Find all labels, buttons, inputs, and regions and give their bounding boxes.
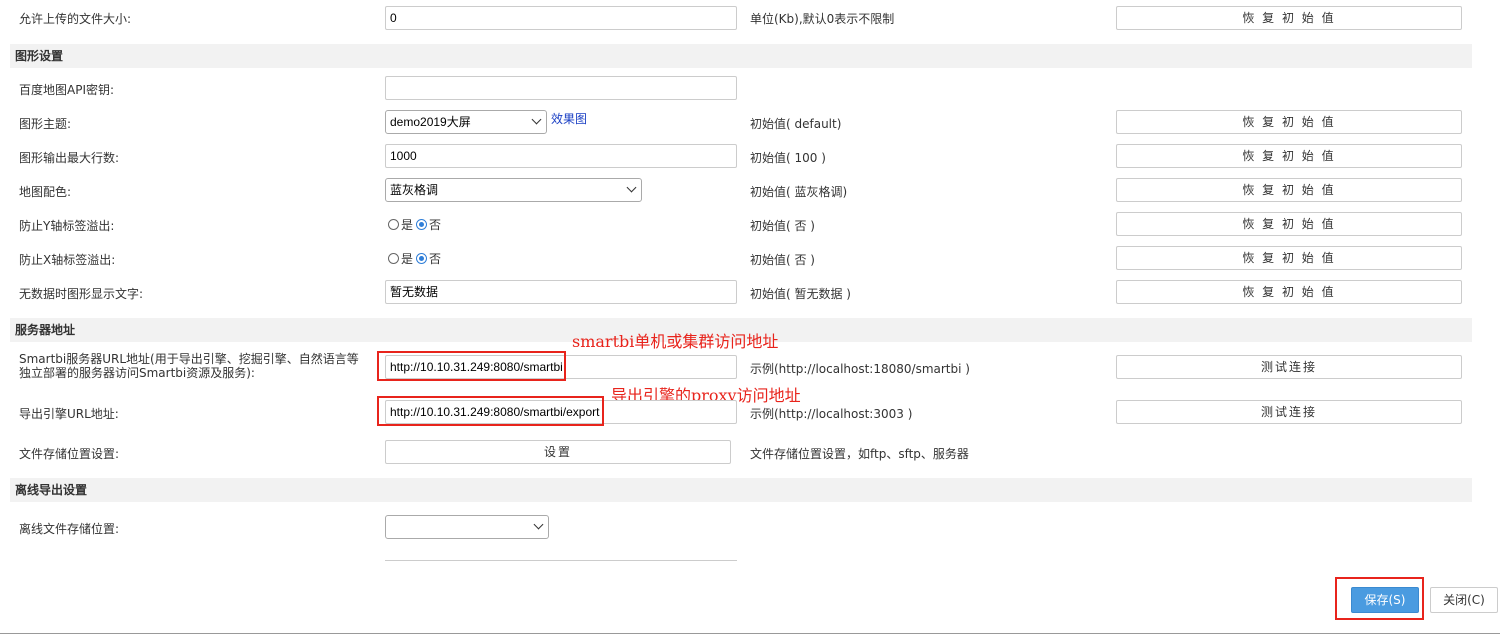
x-overflow-yes-label: 是	[401, 251, 414, 266]
save-button[interactable]: 保存(S)	[1351, 587, 1419, 613]
max-rows-reset-button[interactable]: 恢 复 初 始 值	[1116, 144, 1462, 168]
max-rows-hint: 初始值( 100 )	[750, 151, 826, 165]
x-overflow-no-radio[interactable]	[416, 252, 428, 264]
map-color-select[interactable]: 蓝灰格调	[385, 178, 642, 202]
y-overflow-yes-label: 是	[401, 217, 414, 232]
baidu-key-label: 百度地图API密钥:	[19, 83, 115, 97]
bottom-border	[0, 633, 1500, 634]
offline-storage-select[interactable]	[385, 515, 549, 539]
export-url-hint: 示例(http://localhost:3003 )	[750, 407, 913, 421]
close-button[interactable]: 关闭(C)	[1430, 587, 1498, 613]
effect-image-link[interactable]: 效果图	[551, 110, 587, 127]
export-url-test-button[interactable]: 测试连接	[1116, 400, 1462, 424]
map-color-label: 地图配色:	[19, 185, 72, 199]
y-overflow-radio-group: 是 否	[388, 216, 444, 232]
map-color-reset-button[interactable]: 恢 复 初 始 值	[1116, 178, 1462, 202]
y-overflow-reset-button[interactable]: 恢 复 初 始 值	[1116, 212, 1462, 236]
upload-size-hint: 单位(Kb),默认0表示不限制	[750, 12, 895, 26]
offline-storage-label: 离线文件存储位置:	[19, 522, 120, 536]
map-color-value: 蓝灰格调	[390, 183, 439, 197]
no-data-text-input[interactable]: 暂无数据	[385, 280, 737, 304]
server-url-label: Smartbi服务器URL地址(用于导出引擎、挖掘引擎、自然语言等独立部署的服务…	[19, 352, 359, 380]
x-overflow-no-label: 否	[429, 251, 442, 266]
y-overflow-label: 防止Y轴标签溢出:	[19, 219, 115, 233]
section-offline-export: 离线导出设置	[10, 478, 1472, 502]
chevron-down-icon	[626, 182, 637, 193]
y-overflow-no-label: 否	[429, 217, 442, 232]
chart-theme-label: 图形主题:	[19, 117, 72, 131]
no-data-text-hint: 初始值( 暂无数据 )	[750, 287, 851, 301]
file-storage-label: 文件存储位置设置:	[19, 447, 120, 461]
upload-size-label: 允许上传的文件大小:	[19, 12, 132, 26]
server-url-highlight-box	[377, 351, 566, 381]
no-data-text-reset-button[interactable]: 恢 复 初 始 值	[1116, 280, 1462, 304]
export-url-highlight-box	[377, 396, 604, 426]
x-overflow-label: 防止X轴标签溢出:	[19, 253, 116, 267]
y-overflow-yes-radio[interactable]	[388, 218, 399, 230]
file-storage-hint: 文件存储位置设置，如ftp、sftp、服务器	[750, 447, 969, 461]
max-rows-input[interactable]: 1000	[385, 144, 737, 168]
y-overflow-hint: 初始值( 否 )	[750, 219, 815, 233]
chevron-down-icon	[533, 519, 544, 530]
chevron-down-icon	[531, 114, 542, 125]
baidu-key-input[interactable]	[385, 76, 737, 100]
file-storage-settings-button[interactable]: 设置	[385, 440, 731, 464]
partial-divider	[385, 560, 737, 561]
server-url-hint: 示例(http://localhost:18080/smartbi )	[750, 362, 970, 376]
chart-theme-hint: 初始值( default)	[750, 117, 842, 131]
x-overflow-reset-button[interactable]: 恢 复 初 始 值	[1116, 246, 1462, 270]
export-url-label: 导出引擎URL地址:	[19, 407, 119, 421]
x-overflow-hint: 初始值( 否 )	[750, 253, 815, 267]
y-overflow-no-radio[interactable]	[416, 218, 428, 230]
chart-theme-reset-button[interactable]: 恢 复 初 始 值	[1116, 110, 1462, 134]
server-url-test-button[interactable]: 测试连接	[1116, 355, 1462, 379]
section-chart-settings: 图形设置	[10, 44, 1472, 68]
chart-theme-value: demo2019大屏	[390, 115, 471, 129]
map-color-hint: 初始值( 蓝灰格调)	[750, 185, 848, 199]
upload-size-reset-button[interactable]: 恢 复 初 始 值	[1116, 6, 1462, 30]
x-overflow-yes-radio[interactable]	[388, 252, 399, 264]
no-data-text-label: 无数据时图形显示文字:	[19, 287, 144, 301]
x-overflow-radio-group: 是 否	[388, 250, 444, 266]
upload-size-input[interactable]: 0	[385, 6, 737, 30]
max-rows-label: 图形输出最大行数:	[19, 151, 120, 165]
chart-theme-select[interactable]: demo2019大屏	[385, 110, 547, 134]
annotation-smartbi-address: smartbi单机或集群访问地址	[572, 332, 779, 351]
